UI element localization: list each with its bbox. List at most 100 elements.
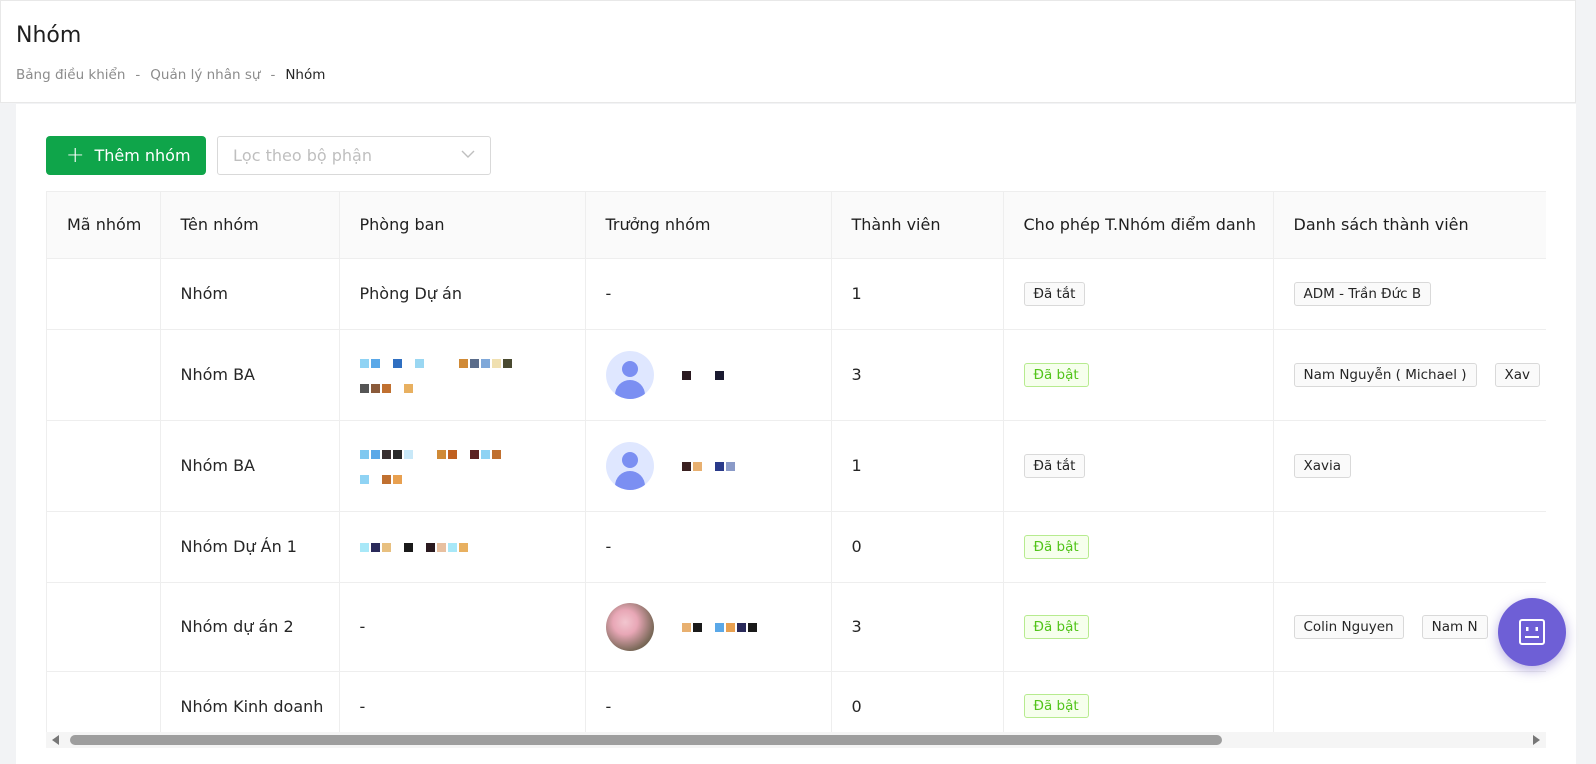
col-header-member-list[interactable]: Danh sách thành viên — [1273, 192, 1546, 259]
filter-placeholder: Lọc theo bộ phận — [233, 146, 372, 165]
user-avatar-icon — [605, 441, 654, 490]
scrollbar-thumb[interactable] — [70, 735, 1222, 745]
cell-members: 0 — [831, 511, 1004, 583]
redacted-text — [359, 469, 585, 488]
cell-member-list: Xavia — [1273, 420, 1546, 512]
table-row[interactable]: Nhóm Kinh doanh - - 0 Đã bật — [47, 671, 1546, 742]
cell-attendance: Đã bật — [1003, 671, 1274, 742]
col-header-department[interactable]: Phòng ban — [339, 192, 586, 259]
redacted-text — [359, 378, 585, 397]
redacted-text — [681, 365, 726, 384]
col-header-name[interactable]: Tên nhóm — [160, 192, 340, 259]
chatbot-icon — [1519, 619, 1545, 645]
cell-member-list: ADM - Trần Đức B — [1273, 258, 1546, 330]
cell-leader — [585, 420, 832, 512]
cell-code — [47, 511, 161, 583]
col-header-code[interactable]: Mã nhóm — [47, 192, 161, 259]
cell-name: Nhóm Dự Án 1 — [160, 511, 340, 583]
page-title: Nhóm — [16, 23, 82, 48]
member-tag: Xav — [1494, 362, 1541, 387]
cell-leader: - — [585, 511, 832, 583]
col-header-attendance[interactable]: Cho phép T.Nhóm điểm danh — [1003, 192, 1274, 259]
cell-attendance: Đã tắt — [1003, 420, 1274, 512]
plus-icon: + — [66, 142, 85, 168]
table-row[interactable]: Nhóm Dự Án 1 - 0 Đã bật — [47, 511, 1546, 583]
cell-member-list: Nam Nguyễn ( Michael ) Xav — [1273, 329, 1546, 421]
cell-code — [47, 258, 161, 330]
leader-info — [605, 602, 831, 651]
col-header-leader[interactable]: Trưởng nhóm — [585, 192, 832, 259]
scroll-left-icon[interactable] — [52, 735, 59, 745]
table-header-row: Mã nhóm Tên nhóm Phòng ban Trưởng nhóm T… — [47, 192, 1546, 259]
cell-members: 0 — [831, 671, 1004, 742]
redacted-text — [359, 353, 585, 372]
redacted-text — [359, 537, 470, 556]
cell-attendance: Đã bật — [1003, 329, 1274, 421]
member-tag: Nam Nguyễn ( Michael ) — [1293, 362, 1477, 387]
user-avatar-photo — [605, 602, 654, 651]
add-group-label: Thêm nhóm — [94, 146, 191, 165]
table-row[interactable]: Nhóm BA 1 Đã tắt Xavia — [47, 420, 1546, 512]
cell-attendance: Đã bật — [1003, 582, 1274, 672]
cell-department — [339, 511, 586, 583]
cell-name: Nhóm Kinh doanh — [160, 671, 340, 742]
member-tag: ADM - Trần Đức B — [1293, 281, 1432, 306]
cell-attendance: Đã tắt — [1003, 258, 1274, 330]
cell-attendance: Đã bật — [1003, 511, 1274, 583]
user-avatar-icon — [605, 350, 654, 399]
department-filter-select[interactable]: Lọc theo bộ phận — [217, 136, 491, 175]
redacted-text — [681, 617, 759, 636]
cell-leader — [585, 582, 832, 672]
status-badge: Đã bật — [1023, 362, 1089, 387]
leader-info — [605, 441, 831, 490]
table-row[interactable]: Nhóm BA 3 Đã bật Nam Nguyễn ( Michael ) X… — [47, 329, 1546, 421]
cell-name: Nhóm dự án 2 — [160, 582, 340, 672]
redacted-text — [359, 444, 585, 463]
breadcrumb: Bảng điều khiển - Quản lý nhân sự - Nhóm — [16, 67, 325, 83]
breadcrumb-item-current: Nhóm — [285, 67, 326, 83]
member-tag: Nam N — [1421, 614, 1488, 639]
cell-code — [47, 671, 161, 742]
col-header-members[interactable]: Thành viên — [831, 192, 1004, 259]
chatbot-button[interactable] — [1498, 598, 1566, 666]
cell-members: 1 — [831, 420, 1004, 512]
cell-members: 3 — [831, 329, 1004, 421]
cell-leader: - — [585, 258, 832, 330]
redacted-text — [681, 456, 737, 475]
table-row[interactable]: Nhóm Phòng Dự án - 1 Đã tắt ADM - Trần Đ… — [47, 258, 1546, 330]
cell-department: - — [339, 671, 586, 742]
cell-members: 3 — [831, 582, 1004, 672]
cell-name: Nhóm — [160, 258, 340, 330]
cell-name: Nhóm BA — [160, 420, 340, 512]
cell-department: Phòng Dự án — [339, 258, 586, 330]
groups-table: Mã nhóm Tên nhóm Phòng ban Trưởng nhóm T… — [46, 191, 1546, 744]
status-badge: Đã bật — [1023, 694, 1089, 718]
cell-department — [339, 420, 586, 512]
breadcrumb-separator: - — [135, 67, 141, 83]
cell-name: Nhóm BA — [160, 329, 340, 421]
status-badge: Đã bật — [1023, 614, 1089, 639]
cell-department — [339, 329, 586, 421]
add-group-button[interactable]: + Thêm nhóm — [46, 136, 206, 175]
status-badge: Đã tắt — [1023, 281, 1086, 306]
status-badge: Đã bật — [1023, 534, 1089, 559]
cell-department: - — [339, 582, 586, 672]
leader-info — [605, 350, 831, 399]
breadcrumb-item-dashboard[interactable]: Bảng điều khiển — [16, 67, 125, 83]
breadcrumb-item-hr[interactable]: Quản lý nhân sự — [150, 67, 260, 83]
chevron-down-icon — [461, 150, 475, 158]
cell-leader: - — [585, 671, 832, 742]
table-row[interactable]: Nhóm dự án 2 - 3 Đã bật Colin Nguyen Nam … — [47, 582, 1546, 672]
cell-leader — [585, 329, 832, 421]
member-tag: Colin Nguyen — [1293, 614, 1404, 639]
cell-code — [47, 329, 161, 421]
page-header: Nhóm Bảng điều khiển - Quản lý nhân sự -… — [0, 0, 1576, 103]
horizontal-scrollbar[interactable] — [46, 732, 1546, 748]
cell-members: 1 — [831, 258, 1004, 330]
cell-code — [47, 420, 161, 512]
cell-code — [47, 582, 161, 672]
cell-member-list — [1273, 511, 1546, 583]
cell-member-list — [1273, 671, 1546, 742]
breadcrumb-separator: - — [270, 67, 276, 83]
scroll-right-icon[interactable] — [1533, 735, 1540, 745]
